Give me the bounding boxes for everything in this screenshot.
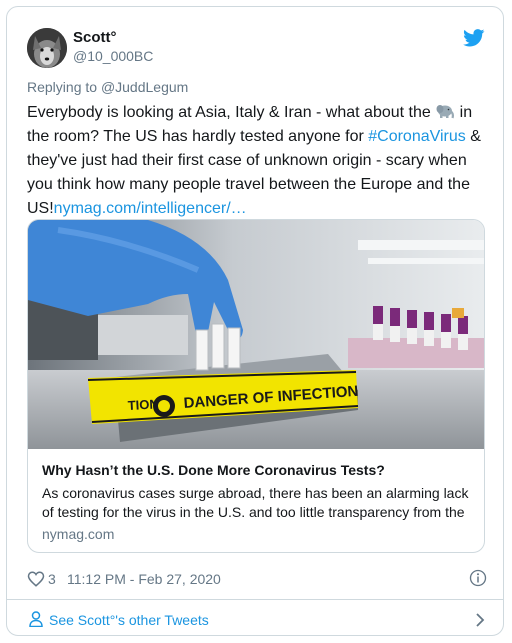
author-name[interactable]: Scott° — [73, 29, 117, 46]
see-other-tweets-link[interactable]: See Scott°'s other Tweets — [27, 610, 487, 632]
reply-context: Replying to @JuddLegum — [27, 79, 188, 95]
article-image: TION DANGER OF INFECTION — [28, 220, 484, 449]
elephant-emoji-icon — [436, 105, 455, 119]
divider — [7, 599, 503, 600]
link-preview-card[interactable]: TION DANGER OF INFECTION Why Hasn’t the … — [27, 219, 485, 553]
like-count[interactable]: 3 — [48, 571, 56, 587]
chevron-right-icon — [476, 613, 485, 627]
tweet-embed-card: Scott° @10_000BC Replying to @JuddLegum … — [6, 6, 504, 636]
reply-to-link[interactable]: @JuddLegum — [101, 79, 188, 95]
author-handle[interactable]: @10_000BC — [73, 48, 153, 64]
card-title[interactable]: Why Hasn’t the U.S. Done More Coronaviru… — [42, 462, 385, 478]
article-url-link[interactable]: nymag.com/intelligencer/… — [54, 200, 247, 217]
reply-prefix: Replying to — [27, 79, 101, 95]
svg-text:TION: TION — [127, 396, 159, 413]
tweet-text: Everybody is looking at Asia, Italy & Ir… — [27, 101, 487, 221]
heart-icon[interactable] — [27, 570, 45, 588]
tweet-timestamp[interactable]: 11:12 PM - Feb 27, 2020 — [67, 571, 221, 587]
card-domain: nymag.com — [42, 526, 115, 542]
avatar[interactable] — [27, 28, 67, 68]
tweet-text-part-1: Everybody is looking at Asia, Italy & Ir… — [27, 104, 436, 121]
see-other-tweets-label: See Scott°'s other Tweets — [49, 612, 209, 628]
info-icon[interactable] — [469, 569, 487, 587]
hashtag-link[interactable]: #CoronaVirus — [368, 128, 466, 145]
twitter-bird-icon[interactable] — [463, 29, 485, 47]
wolf-avatar-icon — [27, 28, 67, 68]
person-icon — [29, 611, 43, 627]
tweet-actions: 3 11:12 PM - Feb 27, 2020 — [27, 569, 487, 593]
card-description: As coronavirus cases surge abroad, there… — [42, 485, 469, 520]
